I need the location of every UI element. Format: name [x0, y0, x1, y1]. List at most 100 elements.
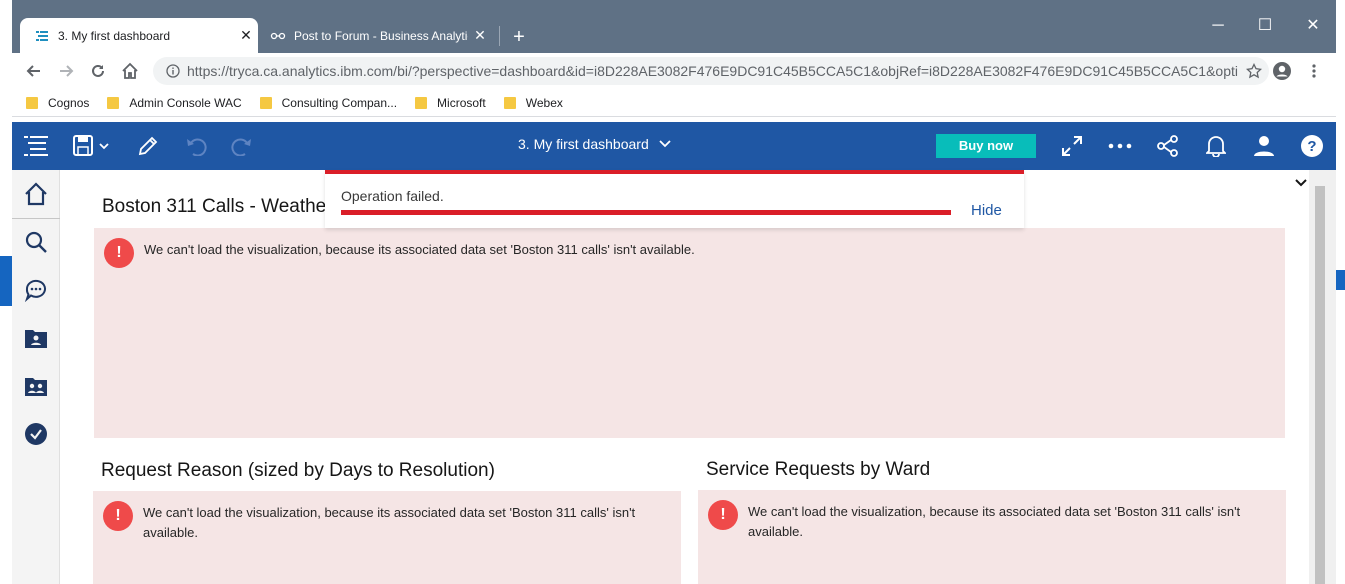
- nav-search[interactable]: [22, 228, 50, 256]
- chevron-down-icon[interactable]: [1294, 176, 1308, 190]
- address-bar[interactable]: https://tryca.ca.analytics.ibm.com/bi/?p…: [153, 57, 1269, 85]
- url-text[interactable]: https://tryca.ca.analytics.ibm.com/bi/?p…: [187, 63, 1239, 79]
- widget-error-top: ! We can't load the visualization, becau…: [94, 228, 1285, 438]
- buy-now-button[interactable]: Buy now: [936, 134, 1036, 158]
- error-message-line: available.: [143, 525, 198, 540]
- redo-button[interactable]: [228, 132, 256, 160]
- info-icon[interactable]: [159, 64, 187, 78]
- scrollbar-thumb[interactable]: [1315, 186, 1325, 584]
- save-button[interactable]: [70, 132, 112, 160]
- minimize-button[interactable]: ─: [1195, 12, 1241, 40]
- bookmark-consulting[interactable]: Consulting Compan...: [259, 95, 398, 110]
- nav-recent[interactable]: [22, 420, 50, 448]
- reload-button[interactable]: [86, 59, 110, 83]
- widget-error-left: ! We can't load the visualization, becau…: [93, 491, 681, 584]
- more-options-button[interactable]: [1106, 132, 1134, 160]
- chat-icon: [24, 279, 46, 302]
- bookmark-label: Admin Console WAC: [129, 95, 242, 110]
- nav-separator: [12, 218, 60, 219]
- home-button[interactable]: [118, 59, 142, 83]
- nav-team-content[interactable]: [22, 372, 50, 400]
- bookmark-cognos[interactable]: Cognos: [26, 96, 89, 110]
- notifications-button[interactable]: [1202, 132, 1230, 160]
- hamburger-menu-button[interactable]: [22, 132, 50, 160]
- error-icon: !: [708, 500, 738, 530]
- desktop-selection: [0, 256, 12, 306]
- team-content-folder-icon: [25, 378, 47, 396]
- arrow-left-icon: [26, 65, 40, 77]
- desktop-left-edge: [0, 0, 12, 584]
- cognos-favicon-icon: [34, 28, 50, 44]
- close-tab-icon[interactable]: ✕: [468, 27, 492, 44]
- user-icon: [1254, 136, 1274, 156]
- back-button[interactable]: [22, 59, 46, 83]
- undo-icon: [187, 138, 207, 156]
- redo-icon: [231, 138, 251, 156]
- error-message: We can't load the visualization, because…: [143, 503, 635, 543]
- folder-icon: [107, 96, 120, 109]
- left-navigation: [12, 170, 60, 584]
- user-profile-button[interactable]: [1250, 132, 1278, 160]
- share-button[interactable]: [1154, 132, 1182, 160]
- share-icon: [1157, 135, 1178, 157]
- bookmark-microsoft[interactable]: Microsoft: [415, 96, 486, 110]
- error-message-line: We can't load the visualization, because…: [143, 505, 636, 520]
- nav-assistant[interactable]: [22, 276, 50, 304]
- undo-button[interactable]: [182, 132, 210, 160]
- close-window-button[interactable]: ✕: [1290, 12, 1336, 40]
- dashboard-title-dropdown[interactable]: 3. My first dashboard: [518, 136, 671, 152]
- community-favicon-icon: [270, 28, 286, 44]
- error-message-line: available.: [748, 524, 803, 539]
- toast-message: Operation failed.: [341, 188, 444, 204]
- expand-icon: [1062, 136, 1082, 156]
- vertical-scrollbar[interactable]: [1309, 170, 1336, 584]
- arrow-right-icon: [60, 65, 74, 77]
- svg-text:?: ?: [1307, 138, 1316, 155]
- save-icon: [73, 135, 109, 156]
- widget-error-right: ! We can't load the visualization, becau…: [698, 490, 1286, 584]
- bookmark-label: Consulting Compan...: [281, 95, 398, 110]
- more-horizontal-icon: [1108, 143, 1132, 149]
- bookmark-webex[interactable]: Webex: [503, 96, 563, 110]
- tab-strip: 3. My first dashboard ✕ Post to Forum - …: [12, 10, 1336, 53]
- home-icon: [122, 62, 138, 79]
- kebab-menu-icon: [1312, 64, 1316, 78]
- home-icon: [25, 182, 47, 206]
- widget-title-boston-311: Boston 311 Calls - Weathe: [102, 196, 327, 217]
- profile-button[interactable]: [1270, 59, 1294, 83]
- tab-separator: [499, 26, 500, 46]
- tab-post-to-forum[interactable]: Post to Forum - Business Analytics ✕: [260, 18, 492, 53]
- fullscreen-button[interactable]: [1058, 132, 1086, 160]
- hide-toast-link[interactable]: Hide: [971, 202, 1002, 219]
- maximize-button[interactable]: ☐: [1242, 12, 1288, 40]
- app-header: 3. My first dashboard Buy now ?: [12, 122, 1336, 170]
- nav-my-content[interactable]: [22, 324, 50, 352]
- tab-my-first-dashboard[interactable]: 3. My first dashboard ✕: [20, 18, 258, 53]
- widget-title-request-reason: Request Reason (sized by Days to Resolut…: [101, 460, 495, 481]
- new-tab-button[interactable]: +: [507, 26, 531, 49]
- browser-toolbar: https://tryca.ca.analytics.ibm.com/bi/?p…: [12, 53, 1336, 89]
- error-message: We can't load the visualization, because…: [748, 502, 1240, 542]
- reload-icon: [92, 64, 104, 77]
- browser-menu-button[interactable]: [1302, 59, 1326, 83]
- error-toast: Operation failed. Hide: [325, 170, 1024, 228]
- help-button[interactable]: ?: [1298, 132, 1326, 160]
- navigation-menu-icon: [24, 136, 48, 156]
- bookmark-star-icon[interactable]: [1239, 63, 1269, 79]
- tab-title: 3. My first dashboard: [58, 28, 171, 43]
- dashboard-title: 3. My first dashboard: [518, 136, 649, 152]
- help-icon: ?: [1301, 135, 1323, 157]
- tab-title: Post to Forum - Business Analytics: [294, 28, 468, 43]
- close-tab-icon[interactable]: ✕: [234, 27, 258, 44]
- folder-icon: [415, 96, 428, 109]
- error-icon: !: [104, 238, 134, 268]
- toast-progress-bar: [341, 210, 951, 215]
- nav-home[interactable]: [22, 180, 50, 208]
- desktop-right-edge: [1336, 0, 1345, 584]
- account-icon: [1273, 62, 1291, 80]
- forward-button[interactable]: [54, 59, 78, 83]
- bell-icon: [1206, 136, 1226, 157]
- edit-button[interactable]: [134, 132, 162, 160]
- search-icon: [25, 231, 47, 253]
- bookmark-admin-console[interactable]: Admin Console WAC: [107, 95, 242, 110]
